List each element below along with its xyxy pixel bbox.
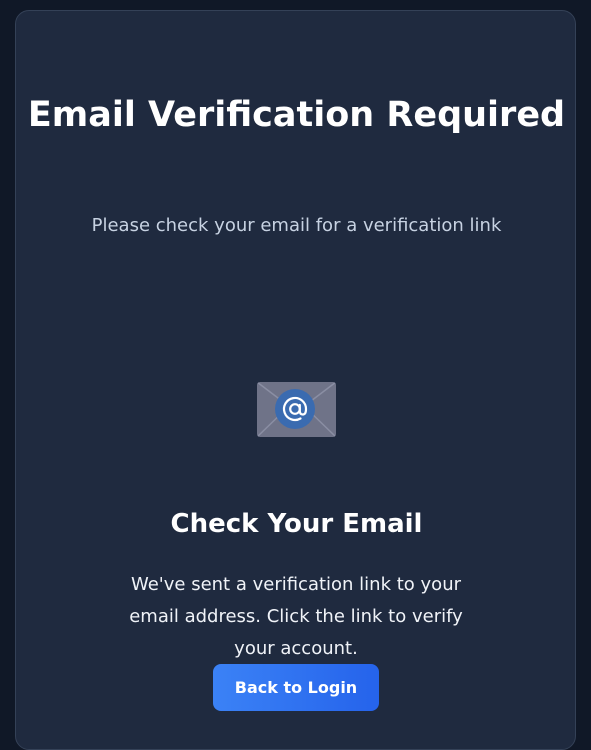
back-to-login-button[interactable]: Back to Login — [213, 664, 379, 711]
verification-message: We've sent a verification link to your e… — [129, 574, 463, 659]
page-subtitle: Please check your email for a verificati… — [91, 215, 502, 236]
check-email-heading: Check Your Email — [170, 509, 423, 539]
page-title: Email Verification Required — [27, 95, 566, 135]
at-sign-icon — [275, 389, 315, 429]
email-envelope-icon — [257, 382, 336, 437]
verification-card: Email Verification Required Please check… — [15, 10, 576, 750]
